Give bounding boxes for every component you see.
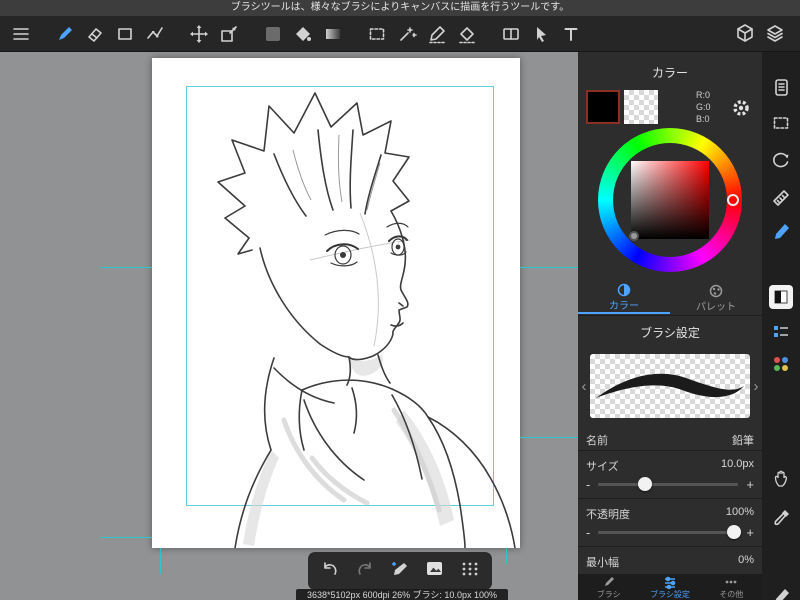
opacity-row: 不透明度 100% [586,506,754,522]
status-text: 3638*5102px 600dpi 26% ブラシ: 10.0px 100% [307,590,497,600]
status-bar: 3638*5102px 600dpi 26% ブラシ: 10.0px 100% [296,589,508,600]
marquee-select-icon[interactable] [362,19,392,49]
tab-palette[interactable]: パレット [670,282,762,314]
drawing-canvas[interactable] [152,58,520,548]
redo-icon[interactable] [354,558,376,585]
color-swatch-icon[interactable] [258,19,288,49]
guide-line [520,267,578,268]
minwidth-label: 最小幅 [586,557,619,569]
color-wheel[interactable] [598,128,742,272]
brush-name-value: 鉛筆 [732,435,754,447]
tooltip-bar: ブラシツールは、様々なブラシによりキャンバスに描画を行うツールです。 [0,0,800,16]
bucket-tool-icon[interactable] [288,19,318,49]
select-pen-icon[interactable] [422,19,452,49]
rgb-g: G:0 [696,102,711,112]
color-panel-title: カラー [651,66,688,80]
rgb-readout: R:0 G:0 B:0 [696,89,711,125]
color-chip-icon[interactable] [769,285,793,309]
guide-line [520,437,578,438]
opacity-minus-button[interactable]: - [586,525,590,540]
guide-line [100,267,152,268]
tab-others[interactable]: その他 [701,574,762,600]
marker-icon[interactable] [769,220,793,244]
size-value: 10.0px [720,458,754,470]
split-view-icon[interactable] [496,19,526,49]
tab-color[interactable]: カラー [578,282,670,314]
minwidth-value: 0% [738,554,754,566]
right-icon-strip [762,52,800,600]
character-sketch [217,92,516,548]
gradient-tool-icon[interactable] [318,19,348,49]
strip-brush-icon[interactable] [769,585,793,600]
material-icon[interactable] [424,558,446,585]
brush-next-icon[interactable]: › [750,378,762,395]
cursor-icon[interactable] [526,19,556,49]
opacity-value: 100% [725,506,754,518]
size-slider-thumb[interactable] [637,476,652,491]
grid-icon[interactable] [459,558,481,585]
quick-action-bar [308,552,492,590]
rgb-r: R:0 [696,90,711,100]
pages-icon[interactable] [769,75,793,99]
eyedropper-icon[interactable] [769,506,793,530]
brush-name-label: 名前 [586,435,608,447]
select-eraser-icon[interactable] [452,19,482,49]
magic-wand-icon[interactable] [392,19,422,49]
opacity-label: 不透明度 [586,509,630,521]
tooltip-text: ブラシツールは、様々なブラシによりキャンバスに描画を行うツールです。 [230,2,570,13]
guide-line [506,548,507,564]
tab-brush-settings[interactable]: ブラシ設定 [639,574,700,600]
opacity-slider[interactable]: - + [586,524,754,540]
undo-icon[interactable] [319,558,341,585]
color-tabs: カラー パレット [578,282,762,314]
hand-icon[interactable] [769,466,793,490]
rotate-view-icon[interactable] [769,148,793,172]
guide-line [100,537,152,538]
opacity-plus-button[interactable]: + [746,525,754,540]
brush-preview[interactable] [590,354,750,418]
menu-icon[interactable] [6,19,36,49]
brush-sparkle-icon[interactable] [389,558,411,585]
opacity-slider-thumb[interactable] [727,524,742,539]
hue-handle[interactable] [727,194,739,206]
guide-line [160,548,161,574]
saturation-value-square[interactable] [631,161,709,239]
size-label: サイズ [586,461,619,473]
main-toolbar [0,16,800,52]
transform-tool-icon[interactable] [214,19,244,49]
background-color-swatch[interactable] [624,90,658,124]
marquee-icon[interactable] [769,111,793,135]
right-panel: カラー R:0 G:0 B:0 カラー パレット ブラシ設定 ‹ › 名前 鉛筆… [578,52,762,600]
layers-icon[interactable] [760,19,790,49]
canvas-area[interactable]: 3638*5102px 600dpi 26% ブラシ: 10.0px 100% [0,52,578,600]
material-cube-icon[interactable] [730,19,760,49]
brush-tool-icon[interactable] [50,19,80,49]
tab-brush[interactable]: ブラシ [578,574,639,600]
panel-bottom-tabs: ブラシ ブラシ設定 その他 [578,574,762,600]
minwidth-row: 最小幅 0% [586,554,754,570]
shape-tool-icon[interactable] [110,19,140,49]
foreground-color-swatch[interactable] [586,90,620,124]
brush-panel-title: ブラシ設定 [640,326,700,340]
text-tool-icon[interactable] [556,19,586,49]
eraser-tool-icon[interactable] [80,19,110,49]
move-tool-icon[interactable] [184,19,214,49]
layer-list-icon[interactable] [769,320,793,344]
brush-prev-icon[interactable]: ‹ [578,378,590,395]
sv-handle[interactable] [629,231,639,241]
size-slider[interactable]: - + [586,476,754,492]
brush-name-row: 名前 鉛筆 [586,432,754,448]
size-minus-button[interactable]: - [586,477,590,492]
rgb-b: B:0 [696,114,710,124]
ruler-icon[interactable] [769,185,793,209]
size-plus-button[interactable]: + [746,477,754,492]
palette-colors-icon[interactable] [769,352,793,376]
color-settings-gear-icon[interactable] [730,97,752,124]
polyline-tool-icon[interactable] [140,19,170,49]
brush-size-row: サイズ 10.0px [586,458,754,474]
